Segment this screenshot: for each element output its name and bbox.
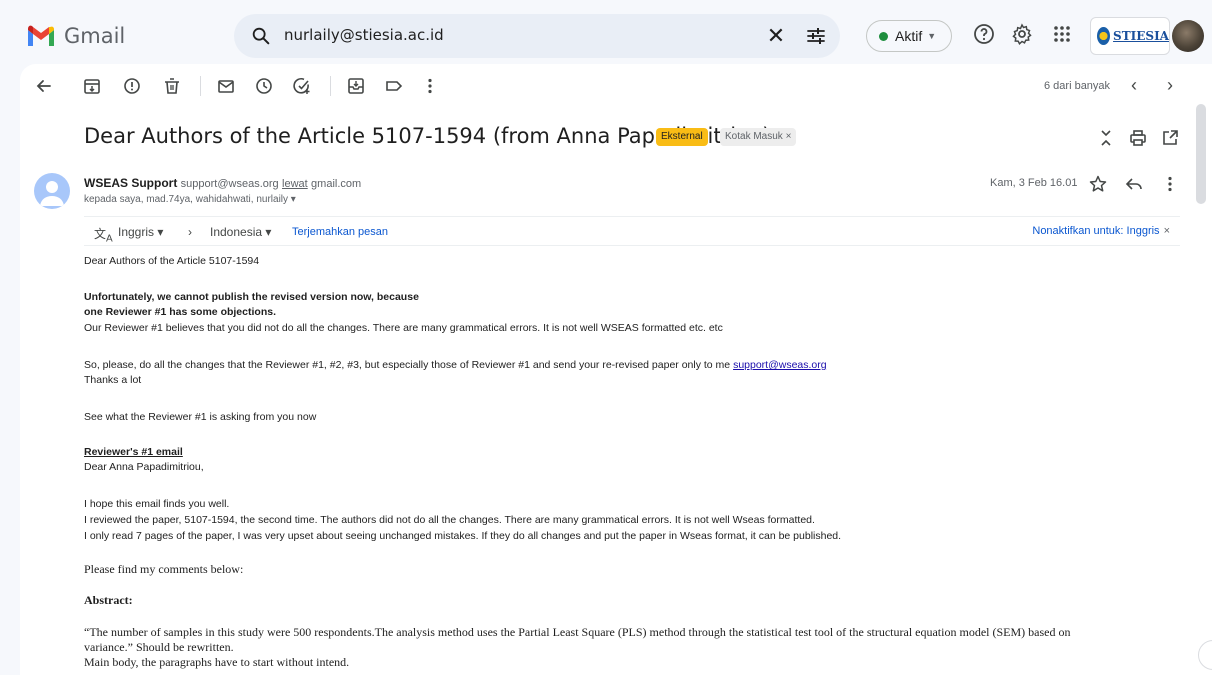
mark-unread-mail-icon[interactable] <box>216 76 236 96</box>
stiesia-emblem-icon <box>1097 27 1111 45</box>
recipients-dropdown[interactable]: kepada saya, mad.74ya, wahidahwati, nurl… <box>84 194 296 205</box>
via-domain: gmail.com <box>311 178 362 190</box>
target-language: Indonesia <box>210 225 263 239</box>
label-badge-external: Eksternal <box>656 128 708 146</box>
status-dot <box>879 31 888 41</box>
via-link[interactable]: lewat <box>282 178 308 190</box>
close-icon[interactable]: × <box>1164 225 1170 237</box>
open-new-window-icon[interactable] <box>1160 128 1180 148</box>
search-bar[interactable]: nurlaily@stiesia.ac.id ✕ <box>234 14 840 58</box>
translate-message-link[interactable]: Terjemahkan pesan <box>292 226 388 238</box>
recipients-list: kepada saya, mad.74ya, wahidahwati, nurl… <box>84 194 289 205</box>
clear-search-icon[interactable]: ✕ <box>764 24 788 48</box>
body-line: Dear Authors of the Article 5107-1594 <box>84 255 260 267</box>
body-line: Dear Anna Papadimitriou, <box>84 461 204 473</box>
support-email-link[interactable]: support@wseas.org <box>733 359 827 371</box>
collapse-all-icon[interactable] <box>1096 128 1116 148</box>
sender-name[interactable]: WSEAS Support <box>84 176 177 190</box>
email-panel: 6 dari banyak ‹ › Dear Authors of the Ar… <box>20 64 1212 675</box>
sender-email: support@wseas.org <box>180 178 279 190</box>
organization-logo[interactable]: STIESIA <box>1090 17 1170 55</box>
body-line: Main body, the paragraphs have to start … <box>84 655 350 669</box>
search-icon[interactable] <box>250 25 272 47</box>
toolbar-divider <box>200 76 201 96</box>
app-name: Gmail <box>64 24 126 48</box>
reply-icon[interactable] <box>1124 174 1144 194</box>
top-bar: Gmail nurlaily@stiesia.ac.id ✕ Aktif ▼ S… <box>0 0 1212 64</box>
disable-translation-link[interactable]: Nonaktifkan untuk: Inggris <box>1032 225 1159 237</box>
snooze-clock-icon[interactable] <box>254 76 274 96</box>
organization-name: STIESIA <box>1113 29 1169 43</box>
body-line: “The number of samples in this study wer… <box>84 625 1071 639</box>
settings-gear-icon[interactable] <box>1010 22 1034 46</box>
chevron-down-icon: ▼ <box>927 31 937 41</box>
sender-info: WSEAS Support support@wseas.org lewat gm… <box>84 176 361 190</box>
source-language: Inggris <box>118 225 155 239</box>
body-line: See what the Reviewer #1 is asking from … <box>84 411 317 423</box>
email-date: Kam, 3 Feb 16.01 <box>990 177 1078 189</box>
translate-icon: 文A <box>94 227 113 245</box>
chevron-right-icon: › <box>188 225 192 239</box>
body-line: I only read 7 pages of the paper, I was … <box>84 530 842 542</box>
source-language-dropdown[interactable]: Inggris ▾ <box>118 225 163 239</box>
remove-label-icon[interactable]: × <box>786 131 792 142</box>
chevron-down-icon: ▾ <box>290 194 296 205</box>
toolbar-divider <box>330 76 331 96</box>
account-avatar[interactable] <box>1172 20 1204 52</box>
search-input[interactable]: nurlaily@stiesia.ac.id <box>284 26 444 44</box>
person-silhouette-icon <box>40 181 64 206</box>
pagination-label: 6 dari banyak <box>1044 80 1111 92</box>
body-heading: Abstract: <box>84 593 133 607</box>
gmail-m-icon <box>28 25 54 46</box>
label-badge-inbox[interactable]: Kotak Masuk × <box>720 128 797 146</box>
inbox-label-text: Kotak Masuk <box>725 131 783 142</box>
help-icon[interactable] <box>972 22 996 46</box>
newer-chevron-left-icon[interactable]: ‹ <box>1122 74 1146 98</box>
body-line: Our Reviewer #1 believes that you did no… <box>84 322 723 334</box>
delete-trash-icon[interactable] <box>162 76 182 96</box>
scrollbar-thumb[interactable] <box>1196 104 1206 204</box>
message-more-options-icon[interactable] <box>1160 174 1180 194</box>
status-dropdown[interactable]: Aktif ▼ <box>866 20 952 52</box>
add-to-tasks-icon[interactable] <box>292 76 312 96</box>
search-options-icon[interactable] <box>804 24 828 48</box>
message-toolbar: 6 dari banyak ‹ › <box>20 64 1212 108</box>
body-line: variance.” Should be rewritten. <box>84 640 234 654</box>
print-icon[interactable] <box>1128 128 1148 148</box>
sender-avatar[interactable] <box>34 173 70 209</box>
gmail-logo[interactable]: Gmail <box>26 24 125 48</box>
body-line: I reviewed the paper, 5107-1594, the sec… <box>84 514 815 526</box>
archive-icon[interactable] <box>82 76 102 96</box>
move-to-icon[interactable] <box>346 76 366 96</box>
body-line: Unfortunately, we cannot publish the rev… <box>84 291 419 303</box>
translate-bar: 文A Inggris ▾ › Indonesia ▾ Terjemahkan p… <box>84 216 1180 246</box>
label-icon[interactable] <box>384 76 404 96</box>
report-spam-icon[interactable] <box>122 76 142 96</box>
body-line: Please find my comments below: <box>84 562 244 576</box>
status-label: Aktif <box>895 28 923 44</box>
apps-grid-icon[interactable] <box>1050 22 1074 46</box>
target-language-dropdown[interactable]: Indonesia ▾ <box>210 225 271 239</box>
back-arrow-icon[interactable] <box>34 76 54 96</box>
body-text: So, please, do all the changes that the … <box>84 359 734 371</box>
body-line: So, please, do all the changes that the … <box>84 358 827 373</box>
body-line: I hope this email finds you well. <box>84 498 230 510</box>
star-icon[interactable] <box>1088 174 1108 194</box>
more-options-icon[interactable] <box>420 76 440 96</box>
older-chevron-right-icon[interactable]: › <box>1158 74 1182 98</box>
disable-translation[interactable]: Nonaktifkan untuk: Inggris × <box>1032 225 1170 237</box>
body-heading: Reviewer's #1 email <box>84 446 183 458</box>
body-line: one Reviewer #1 has some objections. <box>84 306 276 318</box>
body-line: Thanks a lot <box>84 374 142 386</box>
